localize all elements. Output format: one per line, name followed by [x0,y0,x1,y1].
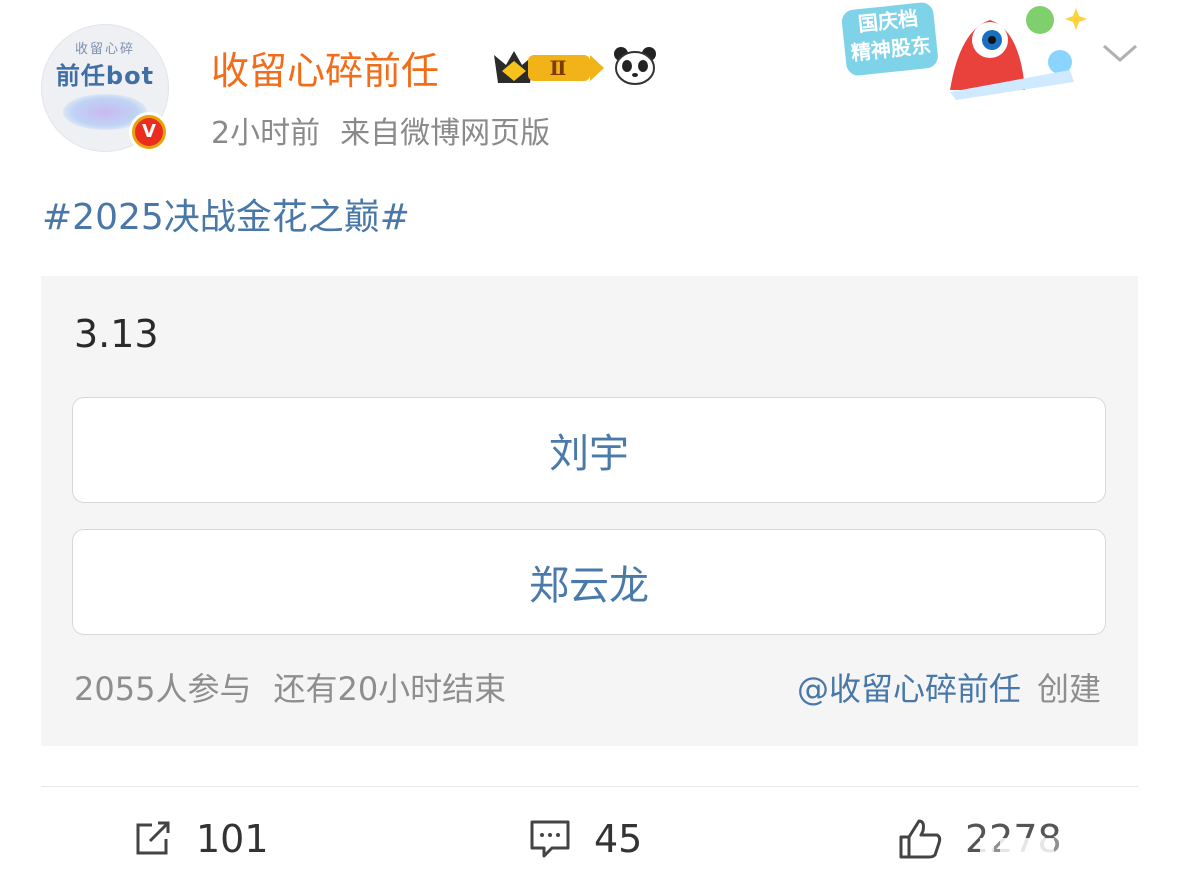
post-meta: 2小时前 来自微博网页版 [211,108,550,152]
hashtag-link[interactable]: #2025决战金花之巅# [42,188,410,240]
poll-participants: 2055人参与 [74,670,252,708]
watermark-overlay [980,838,1170,872]
panda-icon [614,47,656,85]
crown-level-badge-icon: Ⅱ [494,51,604,83]
avatar-text-small: 收留心碎 [74,42,135,57]
share-button[interactable]: 101 [132,812,269,866]
poll-option-2[interactable]: 郑云龙 [72,529,1106,635]
username[interactable]: 收留心碎前任 [211,40,439,95]
avatar-text-big: 前任bot [55,62,155,90]
poll-option-label: 刘宇 [549,431,629,477]
level-text: Ⅱ [550,56,567,80]
poll-option-1[interactable]: 刘宇 [72,397,1106,503]
thumbs-up-icon [899,819,942,859]
poll-title: 3.13 [74,312,159,356]
poll-creator-suffix: 创建 [1036,670,1101,708]
poll-creator: @收留心碎前任 创建 [797,664,1101,710]
chevron-down-icon[interactable] [1100,38,1140,68]
poll-stats: 2055人参与 还有20小时结束 [74,664,506,710]
promo-mascot-icon[interactable]: 国庆档 精神股东 [830,0,1090,100]
comment-button[interactable]: 45 [528,812,642,866]
poll-option-label: 郑云龙 [529,563,649,609]
comment-count: 45 [594,817,643,861]
share-count: 101 [196,817,269,861]
comment-icon [530,820,570,858]
verified-mark: V [135,118,163,146]
verified-badge-icon: V [129,112,169,152]
post-time: 2小时前 [211,116,321,151]
poll-remaining: 还有20小时结束 [273,670,507,708]
post-source: 来自微博网页版 [340,116,551,151]
share-icon [136,821,170,855]
divider [41,786,1138,787]
poll-creator-mention[interactable]: @收留心碎前任 [797,670,1021,708]
